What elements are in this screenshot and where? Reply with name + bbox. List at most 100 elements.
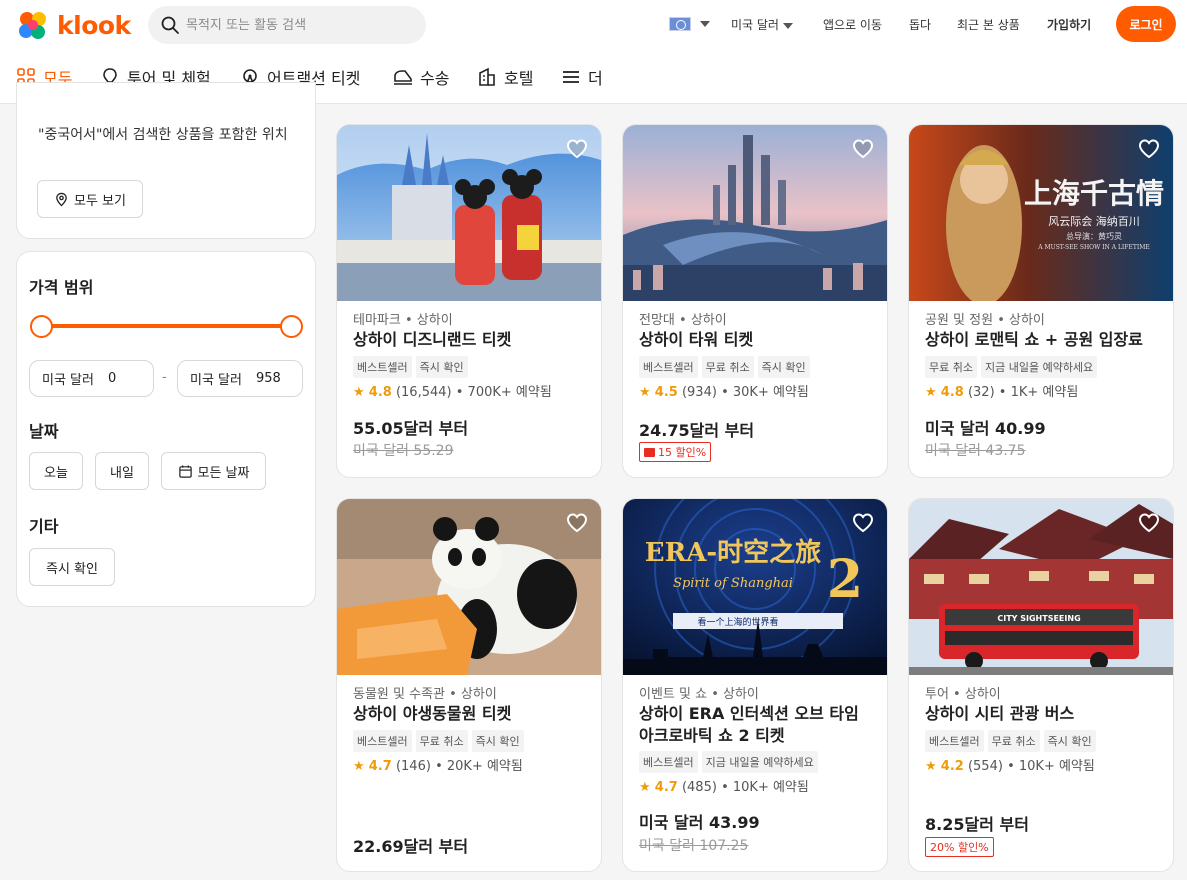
- wishlist-heart-icon[interactable]: [565, 511, 589, 535]
- klook-logo[interactable]: klook: [16, 10, 131, 40]
- wishlist-heart-icon[interactable]: [1137, 511, 1161, 535]
- product-tag: 무료 취소: [987, 730, 1040, 752]
- booked-count: • 700K+ 예약됨: [455, 385, 552, 400]
- product-card[interactable]: 上海千古情 风云际会 海纳百川 总导演：黄巧灵 A MUST-SEE SHOW …: [908, 124, 1174, 478]
- view-all-button[interactable]: 모두 보기: [37, 180, 143, 218]
- era-show-poster-image: ERA-时空之旅 2 Spirit of Shanghai 看一个上海的世界看: [623, 499, 887, 675]
- tab-label: 더: [588, 69, 603, 88]
- min-price-field[interactable]: 미국 달러 0: [29, 360, 154, 397]
- sightseeing-bus-image: CITY SIGHTSEEING: [909, 499, 1173, 675]
- product-title[interactable]: 상하이 타워 티켓: [639, 329, 875, 351]
- product-tag: 베스트셀러: [925, 730, 984, 752]
- review-count: (16,544): [395, 385, 452, 400]
- tab-more[interactable]: 더: [561, 50, 603, 104]
- product-tag: 무료 취소: [701, 356, 754, 378]
- chevron-down-icon[interactable]: [700, 21, 710, 27]
- product-title[interactable]: 상하이 로맨틱 쇼 + 공원 입장료: [925, 329, 1161, 351]
- booked-count: • 1K+ 예약됨: [998, 385, 1079, 400]
- price-slider-track[interactable]: [41, 324, 291, 328]
- product-price: 55.05달러 부터: [353, 419, 469, 438]
- max-price-currency: 미국 달러: [190, 373, 242, 388]
- product-tags: 베스트셀러 무료 취소 즉시 확인: [639, 356, 810, 378]
- wishlist-heart-icon[interactable]: [851, 511, 875, 535]
- min-price-currency: 미국 달러: [42, 373, 94, 388]
- filter-panel: 가격 범위 미국 달러 0 - 미국 달러 958 날짜 오늘 내일 모든 날짜…: [16, 251, 316, 607]
- max-price-value: 958: [255, 371, 281, 386]
- menu-icon: [563, 71, 579, 83]
- train-icon: [394, 70, 412, 85]
- product-tag: 베스트셀러: [639, 751, 698, 773]
- rating-score: 4.8: [368, 385, 392, 400]
- product-tags: 베스트셀러 지금 내일을 예약하세요: [639, 751, 818, 773]
- help-link[interactable]: 돕다: [909, 16, 931, 33]
- tab-label: 호텔: [504, 69, 534, 88]
- poster-subtitle: Spirit of Shanghai: [673, 576, 793, 591]
- tab-transport[interactable]: 수송: [393, 50, 449, 104]
- star-icon: ★: [353, 385, 365, 400]
- max-price-field[interactable]: 미국 달러 958: [177, 360, 303, 397]
- view-all-label: 모두 보기: [74, 193, 126, 209]
- bus-sign: CITY SIGHTSEEING: [997, 614, 1080, 623]
- product-image[interactable]: ERA-时空之旅 2 Spirit of Shanghai 看一个上海的世界看: [623, 499, 887, 675]
- original-price: 미국 달러 43.75: [925, 443, 1026, 459]
- tab-hotels[interactable]: 호텔: [477, 50, 533, 104]
- product-price: 8.25달러 부터: [925, 815, 1029, 834]
- rating-score: 4.8: [940, 385, 964, 400]
- review-count: (32): [967, 385, 995, 400]
- product-card[interactable]: ERA-时空之旅 2 Spirit of Shanghai 看一个上海的世界看 …: [622, 498, 888, 872]
- product-rating: ★ 4.8 (32) • 1K+ 예약됨: [925, 381, 1078, 400]
- poster-subtitle: 风云际会 海纳百川: [1048, 214, 1140, 228]
- product-card[interactable]: CITY SIGHTSEEING 투어 • 상하이 상하이 시티 관광 버스 베…: [908, 498, 1174, 872]
- language-flag-icon[interactable]: [669, 17, 691, 31]
- product-title[interactable]: 상하이 시티 관광 버스: [925, 703, 1161, 725]
- date-today-button[interactable]: 오늘: [29, 452, 83, 490]
- wishlist-heart-icon[interactable]: [1137, 137, 1161, 161]
- poster-title: ERA-时空之旅: [645, 537, 821, 568]
- date-tomorrow-button[interactable]: 내일: [95, 452, 149, 490]
- discount-label: 20% 할인%: [930, 841, 989, 854]
- product-category: 동물원 및 수족관 • 상하이: [353, 687, 497, 702]
- login-button[interactable]: 로그인: [1116, 6, 1176, 42]
- booked-count: • 20K+ 예약됨: [435, 759, 523, 774]
- product-image[interactable]: [623, 125, 887, 301]
- booked-count: • 10K+ 예약됨: [1007, 759, 1095, 774]
- recently-viewed-link[interactable]: 최근 본 상품: [957, 16, 1020, 33]
- search-input[interactable]: [186, 17, 406, 33]
- product-tag: 지금 내일을 예약하세요: [980, 356, 1098, 378]
- giant-panda-image: [337, 499, 601, 675]
- wishlist-heart-icon[interactable]: [851, 137, 875, 161]
- wishlist-heart-icon[interactable]: [565, 137, 589, 161]
- product-title[interactable]: 상하이 ERA 인터섹션 오브 타임 아크로바틱 쇼 2 티켓: [639, 703, 875, 747]
- price-slider-min-handle[interactable]: [30, 315, 53, 338]
- star-icon: ★: [925, 385, 937, 400]
- app-link[interactable]: 앱으로 이동: [823, 16, 882, 33]
- product-card[interactable]: 테마파크 • 상하이 상하이 디즈니랜드 티켓 베스트셀러 즉시 확인 ★ 4.…: [336, 124, 602, 478]
- review-count: (554): [967, 759, 1003, 774]
- product-image[interactable]: [337, 125, 601, 301]
- price-slider-max-handle[interactable]: [280, 315, 303, 338]
- product-image[interactable]: 上海千古情 风云际会 海纳百川 总导演：黄巧灵 A MUST-SEE SHOW …: [909, 125, 1173, 301]
- tab-label: 수송: [420, 69, 450, 88]
- search-icon: [161, 16, 179, 34]
- discount-badge: 20% 할인%: [925, 837, 994, 857]
- currency-selector[interactable]: 미국 달러: [731, 16, 793, 33]
- review-count: (146): [395, 759, 431, 774]
- top-navigation-bar: klook 미국 달러 앱으로 이동 돕다 최근 본 상품 가입하기 로그인: [0, 0, 1187, 50]
- date-all-button[interactable]: 모든 날짜: [161, 452, 266, 490]
- product-category: 공원 및 정원 • 상하이: [925, 313, 1045, 328]
- product-card[interactable]: 동물원 및 수족관 • 상하이 상하이 야생동물원 티켓 베스트셀러 무료 취소…: [336, 498, 602, 872]
- product-title[interactable]: 상하이 야생동물원 티켓: [353, 703, 589, 725]
- product-tag: 무료 취소: [415, 730, 468, 752]
- product-tag: 즉시 확인: [1043, 730, 1096, 752]
- product-category: 테마파크 • 상하이: [353, 313, 453, 328]
- rating-score: 4.5: [654, 385, 678, 400]
- signup-link[interactable]: 가입하기: [1047, 16, 1091, 33]
- product-image[interactable]: CITY SIGHTSEEING: [909, 499, 1173, 675]
- location-description: "중국어서"에서 검색한 상품을 포함한 위치: [38, 127, 288, 143]
- product-card[interactable]: 전망대 • 상하이 상하이 타워 티켓 베스트셀러 무료 취소 즉시 확인 ★ …: [622, 124, 888, 478]
- search-bar[interactable]: [148, 6, 426, 44]
- poster-tagline: A MUST-SEE SHOW IN A LIFETIME: [1037, 244, 1149, 251]
- product-title[interactable]: 상하이 디즈니랜드 티켓: [353, 329, 589, 351]
- product-image[interactable]: [337, 499, 601, 675]
- instant-confirm-button[interactable]: 즉시 확인: [29, 548, 115, 586]
